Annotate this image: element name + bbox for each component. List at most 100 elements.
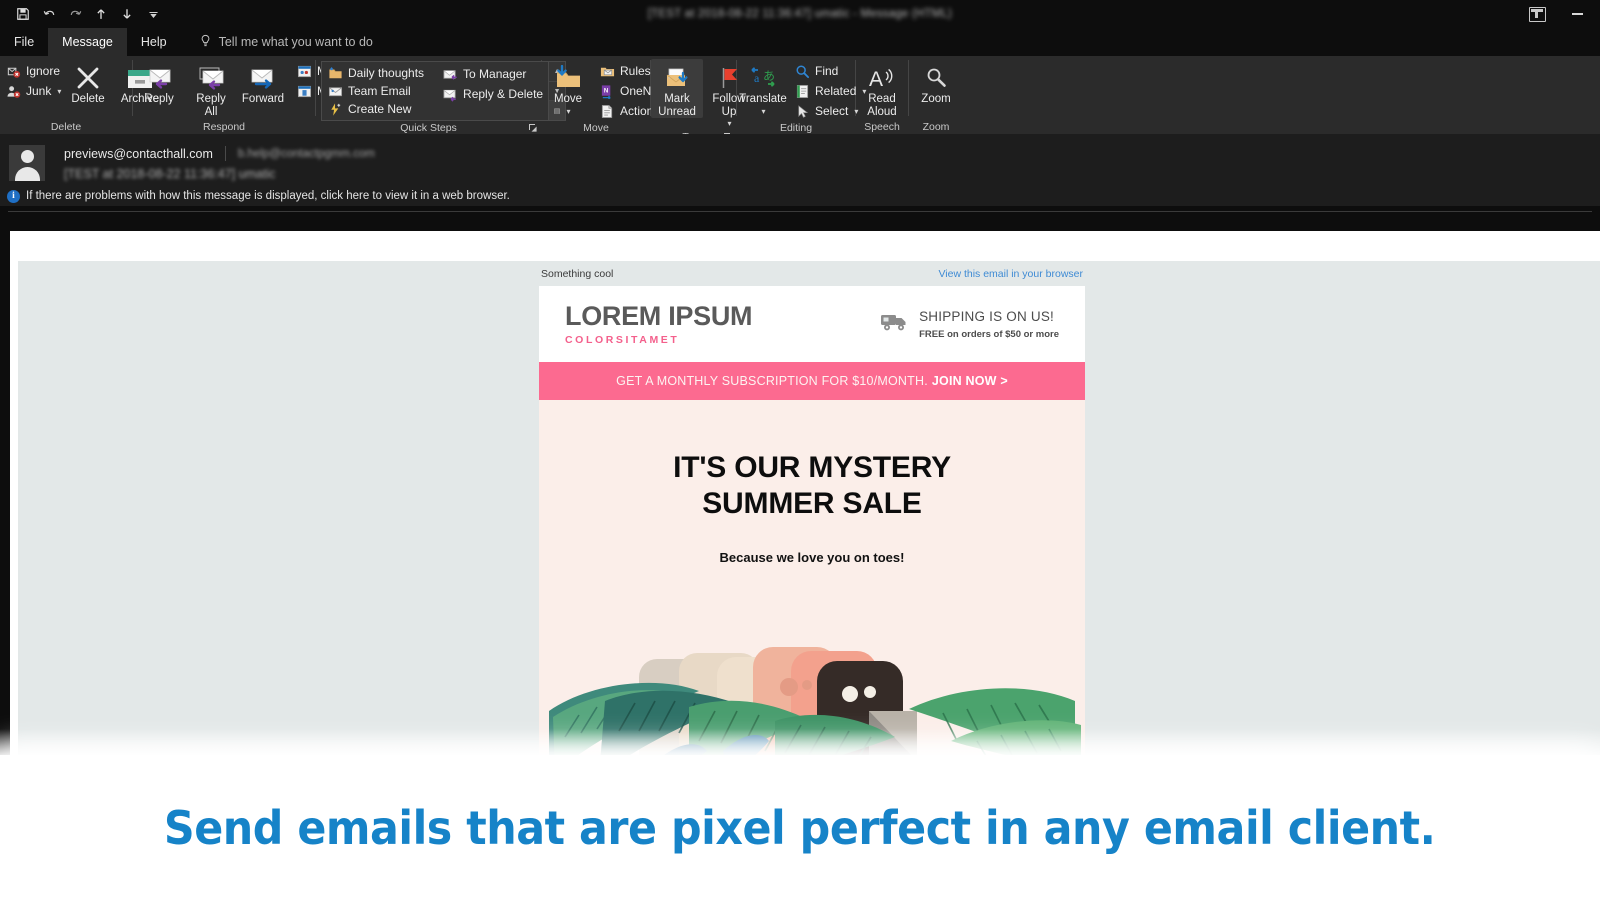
window-controls <box>1520 0 1600 28</box>
promo-cta[interactable]: JOIN NOW > <box>932 374 1008 388</box>
translate-icon: aあ <box>749 61 777 91</box>
quick-steps-dialog-launcher[interactable] <box>528 123 538 133</box>
delivery-truck-icon <box>880 311 910 338</box>
to-manager-icon <box>442 66 458 82</box>
mark-unread-button[interactable]: Mark Unread <box>651 59 703 118</box>
ignore-label: Ignore <box>26 64 60 78</box>
read-aloud-label: Read Aloud <box>867 93 896 118</box>
team-email-icon <box>327 83 343 99</box>
brand-name: LOREM IPSUM <box>565 303 752 330</box>
promo-banner[interactable]: GET A MONTHLY SUBSCRIPTION FOR $10/MONTH… <box>539 362 1085 400</box>
quick-step-label: Reply & Delete <box>463 87 543 101</box>
avatar[interactable] <box>9 145 45 181</box>
to-address[interactable]: b.help@contactpgmm.com <box>238 148 375 160</box>
junk-label: Junk <box>26 84 51 98</box>
translate-button[interactable]: aあ Translate ▾ <box>737 59 789 118</box>
quick-step-reply-delete[interactable]: Reply & Delete <box>437 84 548 104</box>
divider <box>225 146 226 161</box>
move-folder-icon <box>553 61 583 91</box>
email-preheader: Something cool View this email in your b… <box>539 261 1085 286</box>
shipping-subtext: FREE on orders of $50 or more <box>919 329 1059 341</box>
quick-step-daily-thoughts[interactable]: Daily thoughts <box>322 64 429 82</box>
quick-step-label: Create New <box>348 102 411 116</box>
group-label-speech: Speech <box>856 119 908 134</box>
delete-x-icon <box>75 61 101 91</box>
hero-subtitle: Because we love you on toes! <box>539 550 1085 565</box>
minimize-button[interactable] <box>1554 0 1600 28</box>
quick-step-team-email[interactable]: Team Email <box>322 82 429 100</box>
ribbon-group-delete: Ignore Junk ▾ <box>0 56 132 134</box>
ribbon-display-options-icon[interactable] <box>1520 0 1554 28</box>
move-button[interactable]: Move ▾ <box>542 59 594 118</box>
move-label: Move <box>554 93 582 106</box>
promo-text: GET A MONTHLY SUBSCRIPTION FOR $10/MONTH… <box>616 374 928 388</box>
hero-title-line1: IT'S OUR MYSTERY <box>673 451 951 484</box>
zoom-magnifier-icon <box>923 61 949 91</box>
view-in-browser-link[interactable]: View this email in your browser <box>938 268 1083 280</box>
caption-text: Send emails that are pixel perfect in an… <box>164 801 1436 855</box>
ribbon: Ignore Junk ▾ <box>0 56 1600 134</box>
info-bar-text: If there are problems with how this mess… <box>26 190 510 202</box>
tab-message[interactable]: Message <box>48 28 127 56</box>
quick-steps-gallery[interactable]: Daily thoughts Team Email <box>321 61 566 121</box>
ribbon-group-speech: A Read Aloud Speech <box>856 56 908 134</box>
message-subject: [TEST at 2018-08-22 11:36:47] umatic <box>64 167 275 181</box>
quick-step-to-manager[interactable]: To Manager <box>437 64 548 84</box>
forward-label: Forward <box>242 93 284 106</box>
chevron-down-icon: ▾ <box>727 118 731 131</box>
chevron-down-icon: ▾ <box>566 106 570 119</box>
tab-file[interactable]: File <box>0 28 48 56</box>
read-aloud-button[interactable]: A Read Aloud <box>856 59 908 118</box>
ribbon-group-tags: Mark Unread Follow Up ▾ Tags <box>651 56 736 134</box>
delete-button[interactable]: Delete <box>62 59 114 106</box>
brand-tagline: COLORSITAMET <box>565 335 752 346</box>
ignore-button[interactable]: Ignore <box>0 61 62 81</box>
ribbon-group-quick-steps: Daily thoughts Team Email <box>316 56 541 134</box>
forward-icon <box>248 61 278 91</box>
from-address[interactable]: previews@contacthall.com <box>64 147 213 161</box>
junk-button[interactable]: Junk ▾ <box>0 81 62 101</box>
rules-label: Rules <box>620 64 651 78</box>
email-hero: IT'S OUR MYSTERY SUMMER SALE Because we … <box>539 400 1085 776</box>
ribbon-group-respond: Reply Reply All Forward <box>133 56 315 134</box>
reply-button[interactable]: Reply <box>133 59 185 106</box>
hero-title: IT'S OUR MYSTERY SUMMER SALE <box>539 450 1085 522</box>
shipping-headline: SHIPPING IS ON US! <box>919 309 1054 324</box>
quick-step-label: To Manager <box>463 67 526 81</box>
quick-step-create-new[interactable]: Create New <box>322 100 429 118</box>
reply-icon <box>144 61 174 91</box>
caption-overlay: Send emails that are pixel perfect in an… <box>0 755 1600 900</box>
tell-me-search[interactable]: Tell me what you want to do <box>181 28 373 56</box>
group-label-respond: Respond <box>133 119 315 134</box>
info-bar[interactable]: i If there are problems with how this me… <box>0 185 1600 207</box>
ribbon-tab-bar: File Message Help Tell me what you want … <box>0 28 1600 56</box>
more-responses-icon <box>296 83 312 99</box>
ribbon-group-editing: aあ Translate ▾ Find <box>737 56 855 134</box>
junk-icon <box>5 83 21 99</box>
tab-help[interactable]: Help <box>127 28 181 56</box>
mark-unread-icon <box>662 61 692 91</box>
related-label: Related <box>815 84 856 98</box>
shipping-block: SHIPPING IS ON US! FREE on orders of $50… <box>880 307 1059 341</box>
zoom-label: Zoom <box>921 93 950 106</box>
brand-block: LOREM IPSUM COLORSITAMET <box>565 303 752 346</box>
ribbon-group-zoom: Zoom Zoom <box>909 56 963 134</box>
shipping-text: SHIPPING IS ON US! FREE on orders of $50… <box>919 307 1059 341</box>
related-icon <box>794 83 810 99</box>
ribbon-group-move: Move ▾ Rules ▾ N <box>542 56 650 134</box>
info-icon: i <box>7 190 20 203</box>
onenote-icon: N <box>599 83 615 99</box>
tell-me-label: Tell me what you want to do <box>219 35 373 49</box>
folder-move-icon <box>327 65 343 81</box>
svg-text:a: a <box>754 71 760 85</box>
chevron-down-icon: ▾ <box>57 87 61 96</box>
reply-delete-icon <box>442 86 458 102</box>
forward-button[interactable]: Forward <box>237 59 289 106</box>
select-cursor-icon <box>794 103 810 119</box>
reply-all-button[interactable]: Reply All <box>185 59 237 118</box>
rules-icon <box>599 63 615 79</box>
zoom-button[interactable]: Zoom <box>910 59 962 106</box>
group-label-delete: Delete <box>0 119 132 134</box>
hero-title-line2: SUMMER SALE <box>702 487 921 520</box>
header-divider <box>8 211 1592 212</box>
